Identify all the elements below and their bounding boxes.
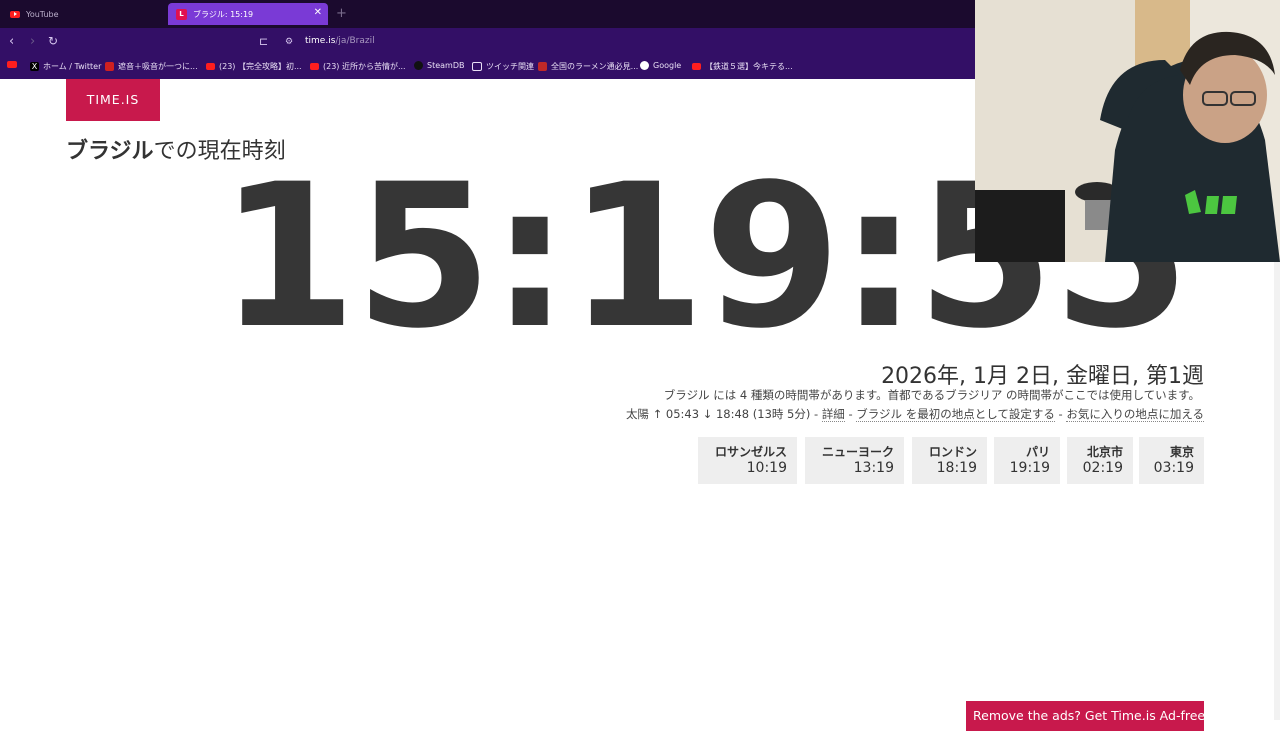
bookmark-label: (23) 【完全攻略】初...	[219, 62, 302, 71]
bookmark-item[interactable]: X ホーム / Twitter	[30, 61, 101, 72]
bookmark-label: 遮音＋吸音が一つに...	[118, 62, 198, 71]
details-link[interactable]: 詳細	[821, 407, 845, 422]
city-clock-los-angeles[interactable]: ロサンゼルス 10:19	[698, 437, 797, 484]
sun-info: 太陽 ↑ 05:43 ↓ 18:48 (13時 5分) - 詳細 - ブラジル …	[626, 406, 1204, 422]
x-twitter-icon: X	[30, 62, 39, 71]
webcam-person-illustration	[975, 0, 1280, 262]
bookmark-item[interactable]: (23) 【完全攻略】初...	[206, 61, 302, 72]
city-time: 03:19	[1153, 460, 1194, 476]
new-tab-button[interactable]: +	[336, 6, 347, 21]
youtube-icon	[10, 10, 20, 18]
separator: -	[844, 407, 857, 421]
youtube-icon	[206, 63, 215, 70]
url-path: /ja/Brazil	[335, 36, 375, 46]
city-clock-new-york[interactable]: ニューヨーク 13:19	[805, 437, 904, 484]
city-time: 19:19	[1009, 460, 1050, 476]
back-icon[interactable]: ‹	[9, 34, 14, 49]
city-clock-beijing[interactable]: 北京市 02:19	[1067, 437, 1133, 484]
city-time: 18:19	[936, 460, 977, 476]
tab-label: ブラジル: 15:19	[193, 9, 254, 19]
steamdb-icon	[414, 61, 423, 70]
city-clock-london[interactable]: ロンドン 18:19	[912, 437, 987, 484]
webcam-overlay	[975, 0, 1280, 262]
close-icon[interactable]: ✕	[314, 7, 322, 18]
city-time: 13:19	[853, 460, 894, 476]
date-display: 2026年, 1月 2日, 金曜日, 第1週	[881, 364, 1204, 389]
city-name: ロサンゼルス	[714, 445, 787, 459]
city-name: パリ	[1025, 445, 1050, 459]
timeis-logo[interactable]: TIME.IS	[66, 79, 160, 121]
bookmark-item[interactable]: ツイッチ関連	[472, 61, 534, 72]
address-bar[interactable]: time.is/ja/Brazil	[305, 36, 375, 46]
bookmark-label: 【鉄道５選】今キテる...	[705, 62, 793, 71]
google-icon	[640, 61, 649, 70]
bookmarks-bar: X ホーム / Twitter 遮音＋吸音が一つに... (23) 【完全攻略】初…	[0, 56, 975, 79]
bookmark-label: (23) 近所から苦情が...	[323, 62, 406, 71]
bookmark-item[interactable]: 全国のラーメン通必見...	[538, 61, 638, 72]
bookmark-favicon-icon	[538, 62, 547, 71]
bookmark-icon[interactable]: ⊏	[259, 35, 268, 48]
bookmark-item[interactable]: Google	[640, 61, 681, 70]
city-clock-tokyo[interactable]: 東京 03:19	[1139, 437, 1204, 484]
youtube-icon	[692, 63, 701, 70]
tab-youtube[interactable]: YouTube	[2, 3, 162, 25]
city-name: 東京	[1169, 445, 1194, 459]
bookmark-label: 全国のラーメン通必見...	[551, 62, 639, 71]
set-first-location-link[interactable]: ブラジル を最初の地点として設定する	[856, 407, 1055, 422]
tab-label: YouTube	[26, 9, 59, 19]
youtube-icon	[310, 63, 319, 70]
site-settings-icon[interactable]: ⚙	[285, 37, 293, 47]
separator: -	[1054, 407, 1067, 421]
add-favorite-link[interactable]: お気に入りの地点に加える	[1066, 407, 1204, 422]
city-time: 10:19	[746, 460, 787, 476]
country-name: ブラジル	[66, 139, 154, 164]
bookmark-label: Google	[653, 61, 682, 70]
bookmark-item[interactable]: 遮音＋吸音が一つに...	[105, 61, 198, 72]
bookmark-item[interactable]: (23) 近所から苦情が...	[310, 61, 406, 72]
city-clock-paris[interactable]: パリ 19:19	[994, 437, 1060, 484]
tab-timeis[interactable]: L ブラジル: 15:19 ✕	[168, 3, 328, 25]
folder-icon	[472, 62, 482, 71]
bookmark-label: SteamDB	[427, 61, 465, 70]
timeis-favicon-icon: L	[176, 8, 187, 20]
timezone-info: ブラジル には 4 種類の時間帯があります。首都であるブラジリア の時間帯がここ…	[663, 388, 1200, 402]
bookmark-label: ツイッチ関連	[486, 62, 534, 71]
city-name: ロンドン	[928, 445, 977, 459]
bookmark-item[interactable]	[7, 61, 21, 68]
bookmark-label: ホーム / Twitter	[43, 62, 102, 71]
sun-times: 太陽 ↑ 05:43 ↓ 18:48 (13時 5分) -	[625, 407, 822, 421]
bookmark-item[interactable]: SteamDB	[414, 61, 464, 70]
reload-icon[interactable]: ↻	[48, 34, 58, 48]
city-time: 02:19	[1082, 460, 1123, 476]
bookmark-item[interactable]: 【鉄道５選】今キテる...	[692, 61, 793, 72]
city-name: ニューヨーク	[821, 445, 894, 459]
url-host: time.is	[305, 36, 336, 46]
bookmark-favicon-icon	[105, 62, 114, 71]
youtube-icon	[7, 61, 17, 68]
browser-nav-bar: ‹ › ↻ ⊏ ⚙ time.is/ja/Brazil	[0, 28, 975, 56]
remove-ads-banner[interactable]: Remove the ads? Get Time.is Ad-free!	[966, 701, 1204, 731]
city-name: 北京市	[1086, 445, 1123, 459]
forward-icon[interactable]: ›	[30, 34, 35, 49]
